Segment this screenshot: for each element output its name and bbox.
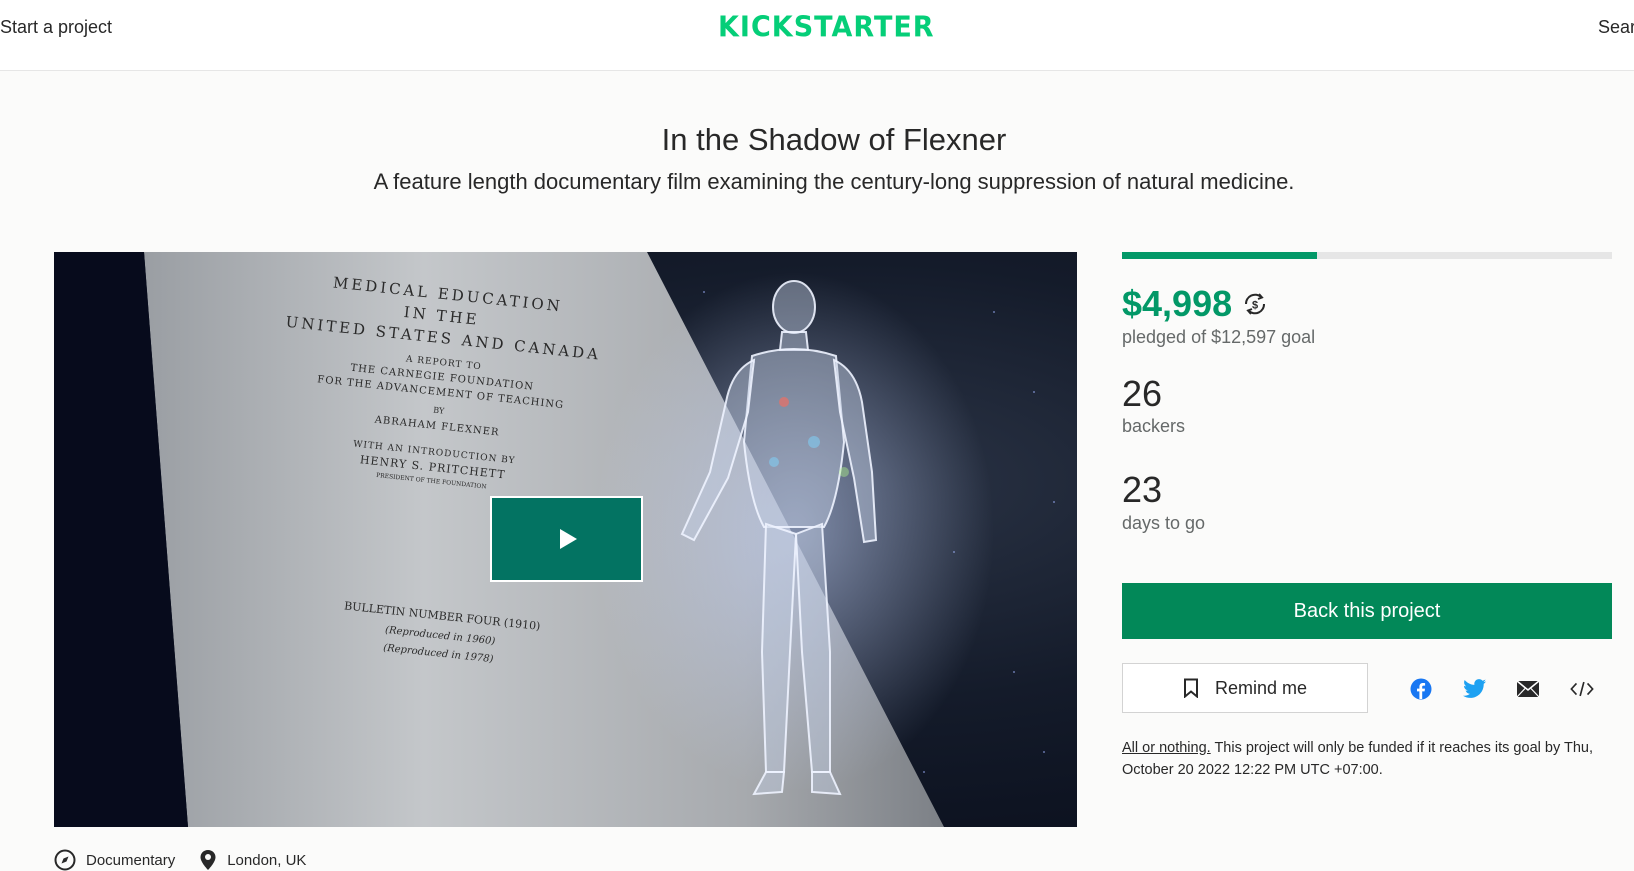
currency-conversion-icon[interactable]: $ [1242, 291, 1268, 317]
pledged-amount: $4,998 [1122, 283, 1233, 324]
all-or-nothing-note: All or nothing. This project will only b… [1122, 737, 1612, 781]
days-to-go-count: 23 [1122, 469, 1163, 510]
map-pin-icon [200, 850, 216, 870]
share-facebook[interactable] [1409, 677, 1433, 701]
backers-count: 26 [1122, 373, 1163, 414]
email-icon [1516, 680, 1540, 698]
share-email[interactable] [1516, 677, 1540, 701]
pledged-goal-label: pledged of $12,597 goal [1122, 327, 1316, 347]
funding-progress-fill [1122, 252, 1317, 259]
remind-me-label: Remind me [1214, 677, 1308, 698]
share-twitter[interactable] [1463, 677, 1487, 701]
kickstarter-logo[interactable]: KICKSTARTER [718, 11, 935, 44]
pledged-amount-row: $4,998 $ [1122, 283, 1268, 325]
backers-label: backers [1122, 416, 1186, 436]
project-blurb: A feature length documentary film examin… [373, 169, 1295, 194]
twitter-icon [1463, 679, 1486, 698]
remind-me-button[interactable]: Remind me [1122, 663, 1368, 713]
play-button[interactable] [490, 496, 643, 582]
compass-icon [54, 849, 76, 871]
facebook-icon [1410, 678, 1432, 700]
category-link[interactable]: Documentary [54, 849, 175, 871]
category-label: Documentary [86, 851, 176, 869]
project-meta: Documentary London, UK [54, 849, 330, 871]
back-this-project-button[interactable]: Back this project [1122, 583, 1612, 639]
bookmark-icon [1183, 678, 1198, 698]
start-project-link[interactable]: Start a project [0, 17, 112, 38]
project-title: In the Shadow of Flexner [661, 122, 1007, 157]
book-line: BY [433, 406, 446, 416]
svg-text:$: $ [1252, 300, 1258, 312]
location-link[interactable]: London, UK [199, 849, 306, 871]
funding-progress-bar [1122, 252, 1612, 259]
search-link[interactable]: Sear [1598, 17, 1634, 38]
project-video[interactable]: MEDICAL EDUCATION IN THE UNITED STATES A… [54, 252, 1077, 827]
embed-icon [1570, 681, 1594, 697]
play-icon [560, 529, 577, 549]
share-embed[interactable] [1570, 677, 1594, 701]
location-label: London, UK [227, 851, 307, 869]
human-figure [594, 272, 994, 796]
all-or-nothing-link[interactable]: All or nothing. [1122, 740, 1211, 756]
site-header: Start a project KICKSTARTER Sear [0, 0, 1634, 71]
days-to-go-label: days to go [1122, 513, 1206, 533]
